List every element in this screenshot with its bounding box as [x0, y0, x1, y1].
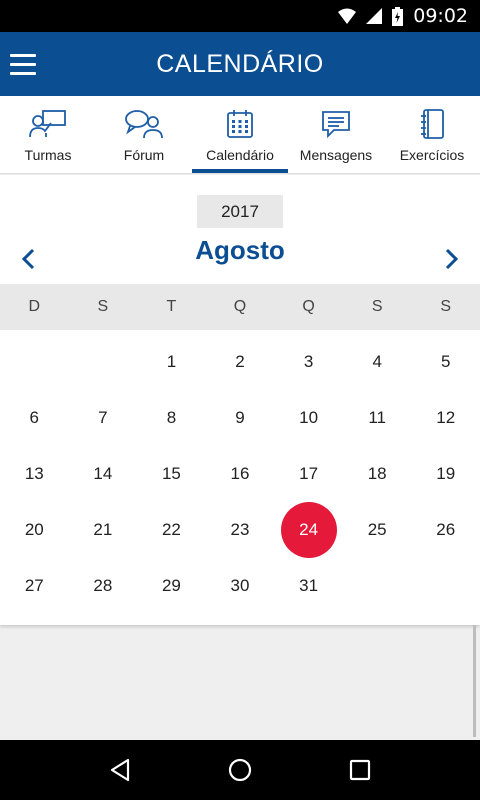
weekday-label: S [97, 298, 109, 315]
tab-label: Exercícios [399, 147, 465, 163]
weekday-label: Q [302, 298, 315, 315]
day-cell[interactable]: 9 [206, 390, 275, 446]
day-cell[interactable]: 25 [343, 502, 412, 558]
chevron-right-icon [445, 248, 459, 270]
tab-exercicios[interactable]: Exercícios [384, 96, 480, 173]
weekday-label: T [166, 298, 177, 315]
day-cell[interactable]: 22 [137, 502, 206, 558]
day-cell [343, 558, 412, 614]
day-cell[interactable]: 27 [0, 558, 69, 614]
back-button[interactable] [100, 750, 140, 790]
system-nav-bar [0, 740, 480, 800]
home-circle-icon [228, 758, 252, 782]
signal-icon [366, 8, 383, 24]
status-bar: 09:02 [0, 0, 480, 32]
year-label: 2017 [197, 195, 283, 228]
day-cell[interactable]: 8 [137, 390, 206, 446]
weekday-label: Q [233, 298, 247, 315]
weekday-header: D S T Q Q S S [0, 284, 480, 330]
scrollbar[interactable] [473, 625, 476, 737]
weekday-label: S [371, 298, 383, 315]
day-cell[interactable]: 2 [206, 334, 275, 390]
back-triangle-icon [110, 758, 130, 782]
day-cell [69, 334, 138, 390]
tab-label: Turmas [24, 147, 72, 163]
day-cell[interactable]: 12 [411, 390, 480, 446]
day-cell[interactable]: 11 [343, 390, 412, 446]
day-cell[interactable]: 19 [411, 446, 480, 502]
weekday-label: D [28, 298, 41, 315]
week-row: 13 14 15 16 17 18 19 [0, 446, 480, 502]
weekday-label: S [440, 298, 452, 315]
day-cell[interactable]: 10 [274, 390, 343, 446]
day-cell[interactable]: 30 [206, 558, 275, 614]
day-cell[interactable]: 14 [69, 446, 138, 502]
day-cell[interactable]: 16 [206, 446, 275, 502]
day-cell[interactable]: 17 [274, 446, 343, 502]
tab-calendario[interactable]: Calendário [192, 96, 288, 173]
home-button[interactable] [220, 750, 260, 790]
selected-day-cell[interactable]: 24 [274, 502, 343, 558]
tab-label: Fórum [123, 147, 165, 163]
next-month-button[interactable] [432, 239, 472, 279]
wifi-icon [338, 8, 357, 24]
week-row: 1 2 3 4 5 [0, 334, 480, 390]
day-cell[interactable]: 20 [0, 502, 69, 558]
day-cell[interactable]: 28 [69, 558, 138, 614]
app-bar: CALENDÁRIO [0, 32, 480, 96]
day-cell[interactable]: 29 [137, 558, 206, 614]
recents-square-icon [349, 759, 371, 781]
messages-icon [321, 108, 351, 140]
month-title: Agosto [195, 235, 285, 265]
day-cell[interactable]: 5 [411, 334, 480, 390]
week-row: 6 7 8 9 10 11 12 [0, 390, 480, 446]
menu-icon[interactable] [10, 44, 42, 84]
tab-label: Mensagens [299, 147, 373, 163]
day-cell[interactable]: 15 [137, 446, 206, 502]
page-title: CALENDÁRIO [156, 49, 324, 78]
class-icon [29, 108, 67, 140]
day-cell[interactable]: 1 [137, 334, 206, 390]
recents-button[interactable] [340, 750, 380, 790]
calendar-icon [226, 108, 254, 140]
days-grid: 1 2 3 4 5 6 7 8 9 10 11 12 13 14 15 16 1… [0, 334, 480, 614]
day-cell[interactable]: 31 [274, 558, 343, 614]
forum-icon [124, 108, 164, 140]
day-cell [411, 558, 480, 614]
day-cell [0, 334, 69, 390]
day-cell[interactable]: 13 [0, 446, 69, 502]
day-cell[interactable]: 3 [274, 334, 343, 390]
day-cell[interactable]: 18 [343, 446, 412, 502]
exercises-icon [419, 108, 445, 140]
tab-forum[interactable]: Fórum [96, 96, 192, 173]
tab-label: Calendário [206, 147, 274, 163]
week-row: 20 21 22 23 24 25 26 [0, 502, 480, 558]
battery-icon [392, 6, 404, 26]
day-cell[interactable]: 26 [411, 502, 480, 558]
clock: 09:02 [413, 5, 468, 27]
day-cell[interactable]: 6 [0, 390, 69, 446]
day-cell[interactable]: 21 [69, 502, 138, 558]
calendar-card: 2017 Agosto D S T Q Q S S 1 2 3 4 5 6 7 … [0, 175, 480, 625]
week-row: 27 28 29 30 31 [0, 558, 480, 614]
day-cell[interactable]: 7 [69, 390, 138, 446]
tab-turmas[interactable]: Turmas [0, 96, 96, 173]
tab-bar: Turmas Fórum Calendário Mensagens Exercí… [0, 96, 480, 174]
tab-mensagens[interactable]: Mensagens [288, 96, 384, 173]
day-cell[interactable]: 23 [206, 502, 275, 558]
day-cell[interactable]: 4 [343, 334, 412, 390]
